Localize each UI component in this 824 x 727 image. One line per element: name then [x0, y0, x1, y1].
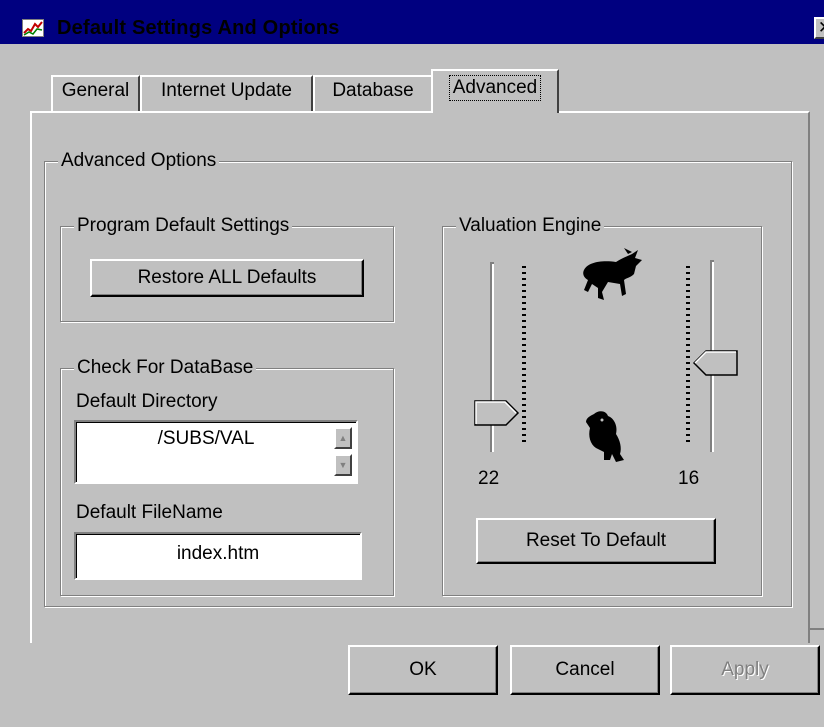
default-directory-value: /SUBS/VAL — [157, 428, 255, 449]
program-defaults-label: Program Default Settings — [74, 215, 293, 237]
default-filename-value: index.htm — [176, 543, 260, 564]
reset-to-default-button[interactable]: Reset To Default — [476, 518, 716, 564]
bear-value: 16 — [678, 468, 700, 489]
bear-icon — [582, 408, 626, 464]
default-filename-label: Default FileName — [76, 502, 223, 523]
tab-database-label: Database — [332, 80, 414, 101]
default-filename-field[interactable]: index.htm — [74, 532, 362, 580]
default-directory-label: Default Directory — [76, 391, 218, 412]
restore-all-defaults-label: Restore ALL Defaults — [137, 267, 317, 288]
bull-value: 22 — [478, 468, 500, 489]
window-title: Default Settings And Options — [57, 17, 340, 39]
apply-button[interactable]: Apply — [670, 645, 820, 695]
tab-general[interactable]: General — [51, 75, 140, 111]
valuation-engine-label: Valuation Engine — [456, 215, 605, 237]
arrow-down-icon: ▼ — [338, 460, 348, 470]
tab-internet-update-label: Internet Update — [161, 80, 292, 101]
tab-database[interactable]: Database — [313, 75, 433, 111]
cancel-label: Cancel — [555, 659, 615, 680]
ok-button[interactable]: OK — [348, 645, 498, 695]
default-directory-field[interactable]: /SUBS/VAL — [74, 420, 358, 484]
bear-slider-ticks — [686, 266, 690, 442]
arrow-up-icon: ▲ — [338, 433, 348, 443]
bull-slider-ticks — [522, 266, 526, 442]
tab-advanced-label: Advanced — [448, 75, 542, 101]
apply-label: Apply — [721, 659, 769, 680]
check-database-label: Check For DataBase — [74, 357, 257, 379]
scroll-up-button[interactable]: ▲ — [334, 427, 352, 449]
close-button[interactable]: ✕ — [814, 17, 824, 39]
close-icon: ✕ — [818, 18, 824, 37]
advanced-options-label: Advanced Options — [58, 150, 220, 172]
cancel-button[interactable]: Cancel — [510, 645, 660, 695]
tab-general-label: General — [61, 80, 130, 101]
tab-internet-update[interactable]: Internet Update — [140, 75, 313, 111]
ok-label: OK — [409, 659, 437, 680]
scroll-down-button[interactable]: ▼ — [334, 454, 352, 476]
bear-slider-thumb[interactable] — [692, 350, 738, 376]
reset-to-default-label: Reset To Default — [525, 530, 667, 551]
restore-all-defaults-button[interactable]: Restore ALL Defaults — [90, 259, 364, 297]
bull-slider-thumb[interactable] — [474, 400, 520, 426]
tab-advanced[interactable]: Advanced — [431, 69, 559, 113]
app-chart-icon — [22, 19, 44, 37]
bull-icon — [578, 248, 646, 304]
